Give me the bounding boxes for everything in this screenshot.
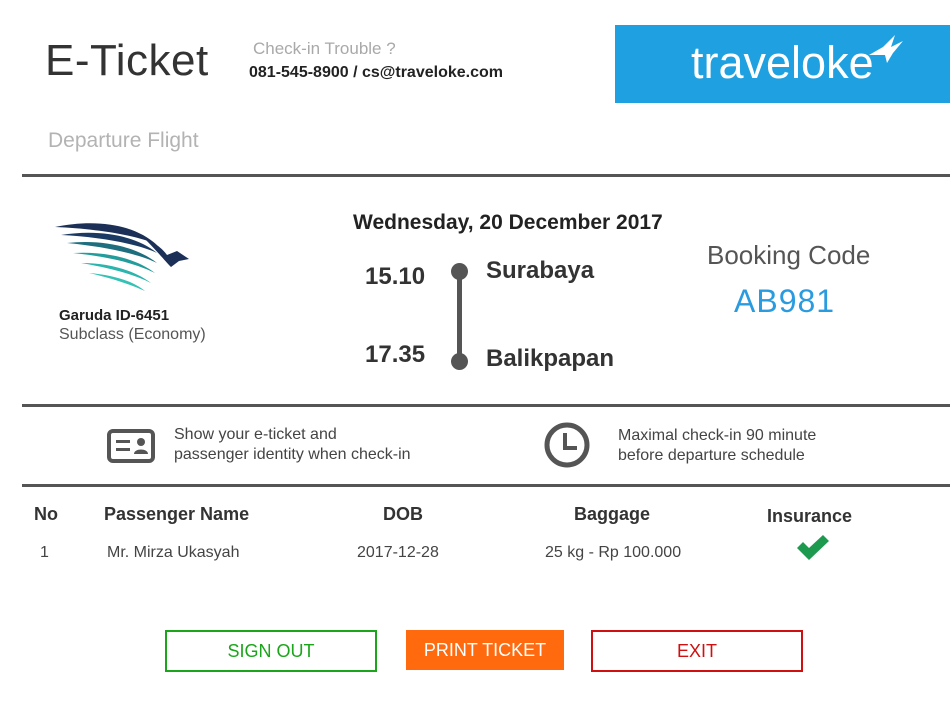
brand-banner: traveloke <box>615 25 950 103</box>
arrival-city: Balikpapan <box>486 345 615 372</box>
section-subtitle: Departure Flight <box>48 129 199 152</box>
print-ticket-button[interactable]: PRINT TICKET <box>406 630 564 670</box>
col-header-baggage: Baggage <box>574 504 651 524</box>
route-line <box>457 272 462 362</box>
col-header-insurance: Insurance <box>767 506 853 526</box>
cell-passenger-name: Mr. Mirza Ukasyah <box>107 544 240 561</box>
brand-logo-text: traveloke <box>691 37 874 88</box>
check-icon <box>797 535 829 560</box>
subclass-text: Subclass (Economy) <box>59 326 206 343</box>
flight-date: Wednesday, 20 December 2017 <box>353 211 663 234</box>
contact-info: 081-545-8900 / cs@traveloke.com <box>249 64 503 81</box>
col-header-passenger-name: Passenger Name <box>104 504 250 524</box>
bird-logo-icon <box>869 35 903 63</box>
garuda-airline-logo <box>55 223 189 291</box>
sign-out-button[interactable]: SIGN OUT <box>165 630 377 672</box>
arrival-time: 17.35 <box>365 341 426 368</box>
cell-baggage: 25 kg - Rp 100.000 <box>545 544 682 561</box>
airline-flight-number: Garuda ID-6451 <box>59 307 170 324</box>
clock-icon <box>544 422 590 468</box>
arrival-dot <box>451 353 468 370</box>
col-header-dob: DOB <box>383 504 423 524</box>
col-header-no: No <box>34 504 58 524</box>
divider-middle <box>22 404 950 407</box>
cell-dob: 2017-12-28 <box>357 544 439 561</box>
departure-city: Surabaya <box>486 257 595 284</box>
exit-button[interactable]: EXIT <box>591 630 803 672</box>
booking-code-value: AB981 <box>734 283 836 319</box>
departure-time: 15.10 <box>365 263 426 290</box>
id-card-icon <box>107 429 155 463</box>
cell-no: 1 <box>40 544 49 561</box>
divider-table <box>22 484 950 487</box>
departure-dot <box>451 263 468 280</box>
booking-code-label: Booking Code <box>707 240 871 270</box>
page-title: E-Ticket <box>45 36 209 85</box>
info-eticket-text: Show your e-ticket and passenger identit… <box>174 426 411 463</box>
info-checkin-text: Maximal check-in 90 minute before depart… <box>618 427 817 464</box>
divider-top <box>22 174 950 177</box>
checkin-trouble-text: Check-in Trouble ? <box>253 39 396 58</box>
